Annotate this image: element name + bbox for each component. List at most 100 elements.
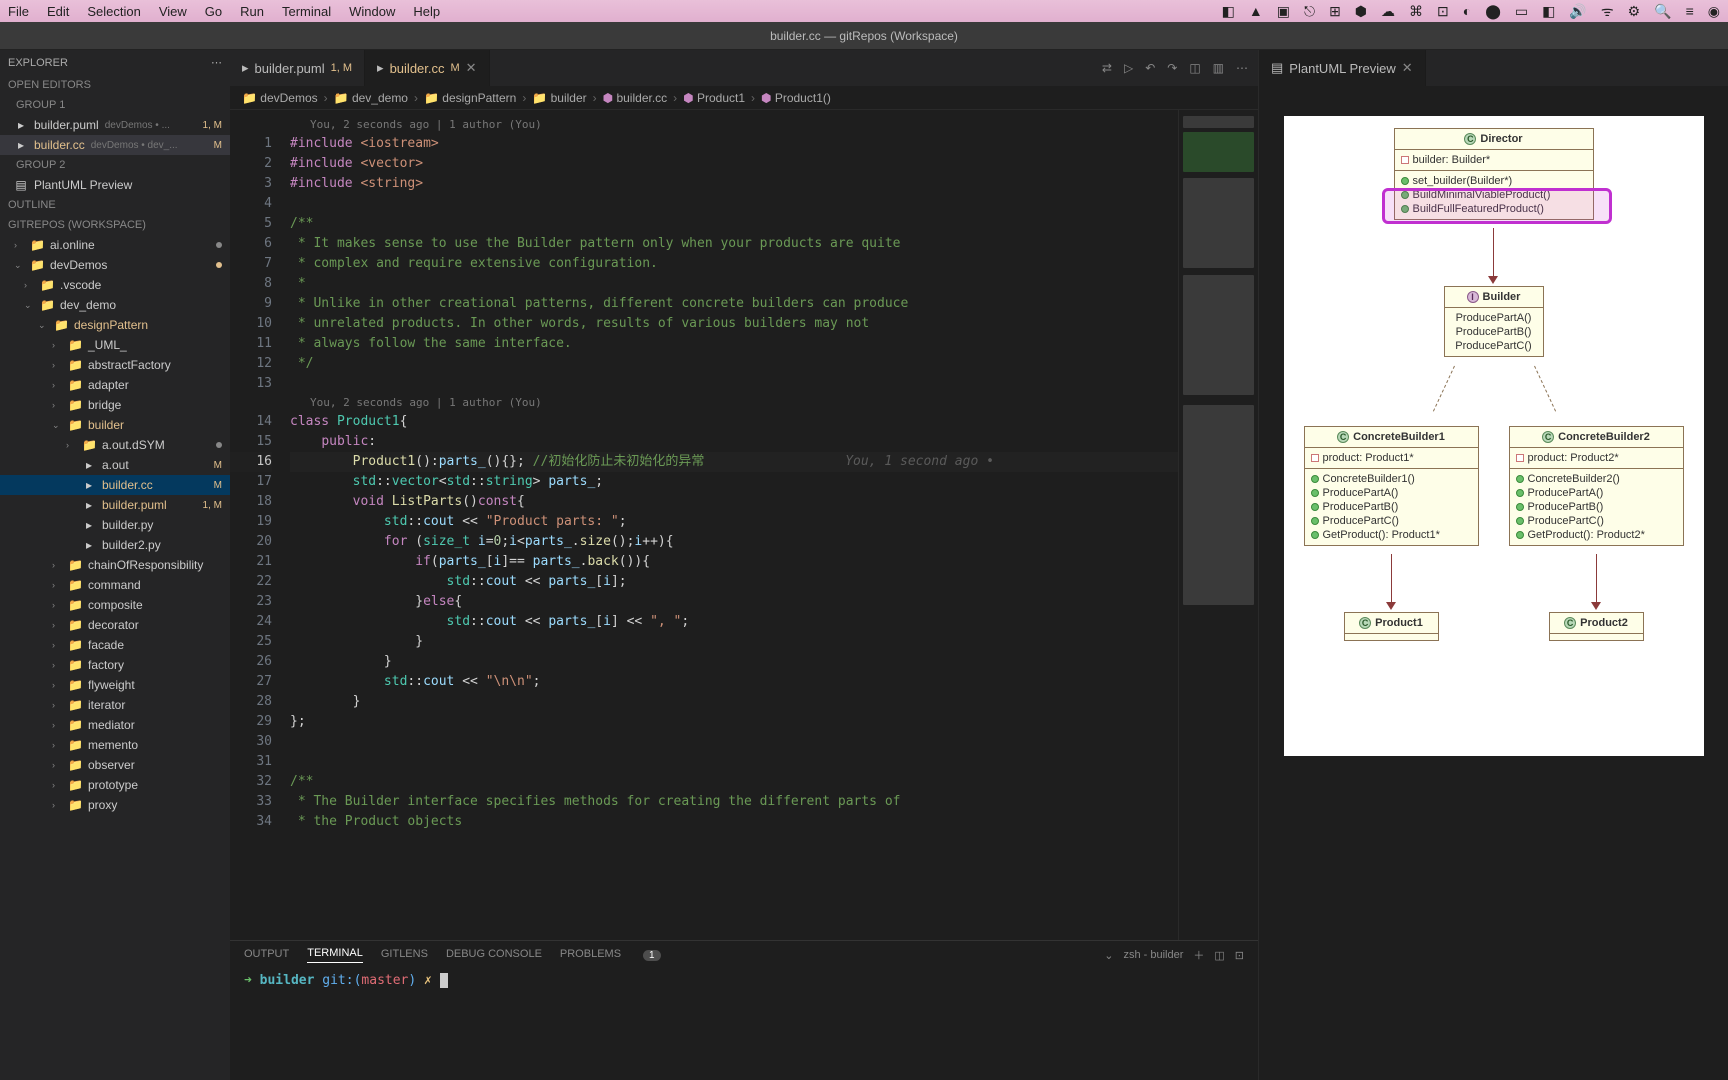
layout-icon[interactable]: ▥ [1213,61,1224,75]
split-terminal-icon[interactable]: ◫ [1214,949,1224,962]
split-icon[interactable]: ◫ [1189,61,1200,75]
tray-icon[interactable]: ⬤ [1485,3,1501,20]
tree-item-abstractfactory[interactable]: ›📁abstractFactory [0,355,230,375]
tray-icon[interactable]: ▲ [1249,3,1263,19]
tree-item-dev-demo[interactable]: ⌄📁dev_demo [0,295,230,315]
tray-icon[interactable]: 🔊 [1569,3,1586,20]
close-icon[interactable]: ✕ [1402,60,1413,76]
breadcrumb-item[interactable]: 📁 builder [532,91,586,105]
breadcrumb[interactable]: 📁 devDemos›📁 dev_demo›📁 designPattern›📁 … [230,86,1258,110]
redo-icon[interactable]: ↷ [1167,61,1177,75]
tree-item-a-out[interactable]: ▸a.outM [0,455,230,475]
breadcrumb-item[interactable]: ⬢ Product1 [683,91,745,105]
tree-item-builder2-py[interactable]: ▸builder2.py [0,535,230,555]
tray-icon[interactable]: 🔍 [1654,3,1671,20]
tree-item-memento[interactable]: ›📁memento [0,735,230,755]
terminal-shell-label[interactable]: zsh - builder [1123,949,1183,961]
tray-icon[interactable]: ᯤ [1601,2,1614,21]
tree-item-iterator[interactable]: ›📁iterator [0,695,230,715]
tree-item-mediator[interactable]: ›📁mediator [0,715,230,735]
tree-item-ai-online[interactable]: ›📁ai.online [0,235,230,255]
more-icon[interactable]: ⋯ [1236,61,1248,75]
breadcrumb-item[interactable]: 📁 devDemos [242,91,318,105]
preview-body[interactable]: CDirector builder: Builder* set_builder(… [1259,86,1728,1080]
undo-icon[interactable]: ↶ [1145,61,1155,75]
breadcrumb-item[interactable]: 📁 dev_demo [334,91,408,105]
maximize-icon[interactable]: ⊡ [1235,949,1244,962]
tray-icon[interactable]: ◐ [1463,3,1471,19]
code-editor[interactable]: 1234567891011121314151617181920212223242… [230,110,1258,940]
minimap[interactable] [1178,110,1258,940]
compare-icon[interactable]: ⇄ [1102,61,1112,75]
new-terminal-icon[interactable]: ＋ [1193,947,1204,963]
tray-icon[interactable]: ☁ [1381,3,1395,20]
tray-icon[interactable]: ⌘ [1409,3,1423,20]
tab-plantuml-preview[interactable]: ▤ PlantUML Preview ✕ [1259,50,1426,86]
tray-icon[interactable]: ≡ [1686,3,1694,19]
open-editor-item[interactable]: ▸builder.cc devDemos • dev_...M [0,135,230,155]
open-editor-item[interactable]: ▸builder.puml devDemos • ...1, M [0,115,230,135]
tree-item-designpattern[interactable]: ⌄📁designPattern [0,315,230,335]
menu-terminal[interactable]: Terminal [282,4,331,19]
menu-window[interactable]: Window [349,4,395,19]
tree-item-builder-py[interactable]: ▸builder.py [0,515,230,535]
panel-tab-debug-console[interactable]: DEBUG CONSOLE [446,948,542,963]
tree-item-observer[interactable]: ›📁observer [0,755,230,775]
tab-builder-cc[interactable]: ▸builder.cc M✕ [365,50,490,86]
panel-tab-terminal[interactable]: TERMINAL [307,947,363,963]
tray-icon[interactable]: ◧ [1222,3,1235,20]
tray-icon[interactable]: ⊡ [1437,3,1449,20]
tree-item-proxy[interactable]: ›📁proxy [0,795,230,815]
tree-item-decorator[interactable]: ›📁decorator [0,615,230,635]
tree-item-composite[interactable]: ›📁composite [0,595,230,615]
tray-icon[interactable]: ⎋ [1304,3,1315,20]
tray-icon[interactable]: ▣ [1277,3,1290,20]
tray-icon[interactable]: ◧ [1542,3,1555,20]
tree-item-flyweight[interactable]: ›📁flyweight [0,675,230,695]
tree-item-builder-cc[interactable]: ▸builder.ccM [0,475,230,495]
tree-item-bridge[interactable]: ›📁bridge [0,395,230,415]
open-editor-item[interactable]: ▤PlantUML Preview [0,175,230,195]
uml-concretebuilder2: CConcreteBuilder2 product: Product2* Con… [1509,426,1684,546]
menu-file[interactable]: File [8,4,29,19]
breadcrumb-item[interactable]: ⬢ Product1() [761,91,831,105]
breadcrumb-item[interactable]: 📁 designPattern [424,91,516,105]
panel-tab-problems[interactable]: PROBLEMS [560,948,621,963]
tray-icon[interactable]: ⬢ [1355,3,1367,20]
tray-icon[interactable]: ◉ [1708,3,1720,20]
tray-icon[interactable]: ⊞ [1329,3,1341,20]
open-editors-label[interactable]: OPEN EDITORS [0,75,230,95]
terminal-body[interactable]: ➜ builder git:(master) ✗ [230,969,1258,1080]
tree-item-adapter[interactable]: ›📁adapter [0,375,230,395]
tree-item-devdemos[interactable]: ⌄📁devDemos [0,255,230,275]
tree-item-prototype[interactable]: ›📁prototype [0,775,230,795]
more-icon[interactable]: ⋯ [211,56,222,69]
menu-run[interactable]: Run [240,4,264,19]
tree-item-command[interactable]: ›📁command [0,575,230,595]
tree-item--uml-[interactable]: ›📁_UML_ [0,335,230,355]
explorer-header[interactable]: EXPLORER⋯ [0,50,230,75]
tree-item-factory[interactable]: ›📁factory [0,655,230,675]
menu-view[interactable]: View [159,4,187,19]
tab-builder-puml[interactable]: ▸builder.puml 1, M [230,50,365,86]
menu-selection[interactable]: Selection [87,4,140,19]
outline-label[interactable]: OUTLINE [0,195,230,215]
menu-go[interactable]: Go [205,4,222,19]
run-icon[interactable]: ▷ [1124,61,1133,75]
tree-item-builder[interactable]: ⌄📁builder [0,415,230,435]
tray-icon[interactable]: ▭ [1515,3,1528,20]
close-icon[interactable]: ✕ [466,60,477,76]
menu-help[interactable]: Help [413,4,440,19]
tray-icon[interactable]: ⚙ [1628,3,1641,20]
menu-edit[interactable]: Edit [47,4,69,19]
panel-tab-output[interactable]: OUTPUT [244,948,289,963]
panel-tab-gitlens[interactable]: GITLENS [381,948,428,963]
tree-item-builder-puml[interactable]: ▸builder.puml1, M [0,495,230,515]
workspace-label[interactable]: GITREPOS (WORKSPACE) [0,215,230,235]
tree-item-chainofresponsibility[interactable]: ›📁chainOfResponsibility [0,555,230,575]
tree-item-facade[interactable]: ›📁facade [0,635,230,655]
terminal-shell-icon[interactable]: ⌄ [1104,949,1113,962]
tree-item-a-out-dsym[interactable]: ›📁a.out.dSYM [0,435,230,455]
tree-item--vscode[interactable]: ›📁.vscode [0,275,230,295]
breadcrumb-item[interactable]: ⬢ builder.cc [603,91,668,105]
